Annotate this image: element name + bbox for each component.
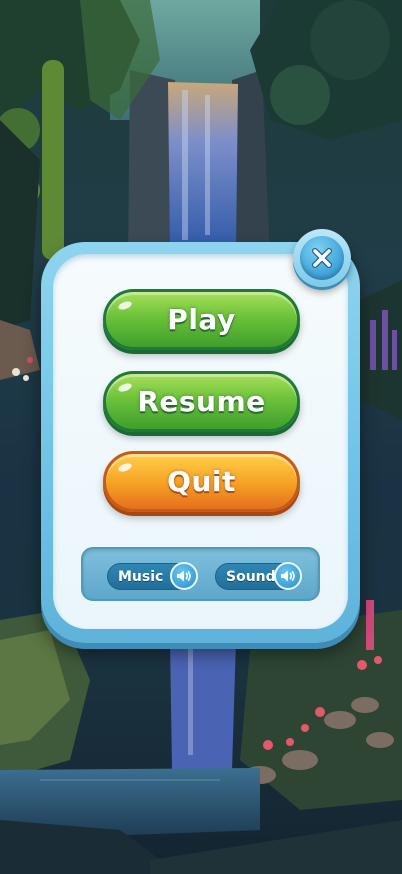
- close-icon: [300, 236, 344, 280]
- music-toggle[interactable]: Music: [107, 562, 198, 590]
- speaker-icon: [274, 562, 302, 590]
- sound-toggle[interactable]: Sound: [215, 562, 302, 590]
- quit-button[interactable]: Quit: [103, 451, 300, 512]
- audio-settings-bar: Music Sound: [81, 547, 320, 601]
- game-scene: Play Resume Quit Music Sound: [0, 0, 402, 874]
- button-gloss: [117, 299, 133, 312]
- resume-button[interactable]: Resume: [103, 371, 300, 432]
- button-gloss: [117, 461, 133, 474]
- play-button-label: Play: [167, 303, 236, 336]
- music-toggle-label: Music: [118, 568, 164, 585]
- sound-toggle-label: Sound: [226, 568, 276, 585]
- play-button[interactable]: Play: [103, 289, 300, 350]
- speaker-icon: [170, 562, 198, 590]
- button-gloss: [117, 381, 133, 394]
- quit-button-label: Quit: [167, 465, 236, 498]
- close-button[interactable]: [293, 229, 351, 287]
- resume-button-label: Resume: [137, 385, 266, 418]
